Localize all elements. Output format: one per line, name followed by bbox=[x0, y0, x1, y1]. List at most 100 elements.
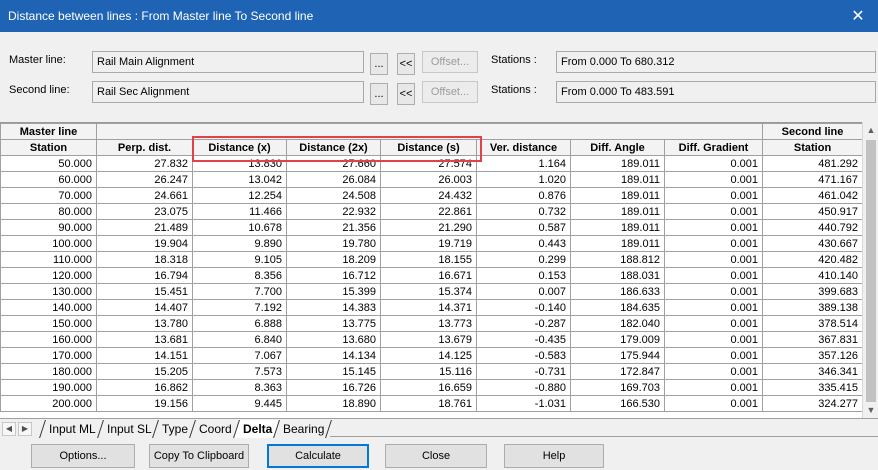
cell-distance-s[interactable]: 26.003 bbox=[380, 171, 477, 188]
cell-second-station[interactable]: 420.482 bbox=[762, 251, 862, 268]
cell-second-station[interactable]: 378.514 bbox=[762, 315, 862, 332]
cell-master-station[interactable]: 200.000 bbox=[0, 395, 97, 412]
cell-diff-gradient[interactable]: 0.001 bbox=[663, 203, 764, 220]
scroll-thumb[interactable] bbox=[866, 140, 876, 402]
cell-ver-distance[interactable]: 0.587 bbox=[476, 219, 571, 236]
cell-distance-x[interactable]: 9.445 bbox=[192, 395, 287, 412]
tab-bearing[interactable]: Bearing bbox=[273, 419, 333, 438]
cell-master-station[interactable]: 90.000 bbox=[0, 219, 97, 236]
cell-second-station[interactable]: 410.140 bbox=[762, 267, 862, 284]
table-row[interactable]: 180.000 15.205 7.573 15.145 15.116 -0.731 172.… bbox=[0, 363, 862, 380]
col-header-ver-distance[interactable]: Ver. distance bbox=[476, 139, 571, 156]
cell-diff-gradient[interactable]: 0.001 bbox=[663, 219, 764, 236]
cell-second-station[interactable]: 450.917 bbox=[762, 203, 862, 220]
cell-ver-distance[interactable]: 0.153 bbox=[476, 267, 571, 284]
cell-distance-x[interactable]: 6.888 bbox=[192, 315, 287, 332]
table-row[interactable]: 50.000 27.832 13.830 27.660 27.574 1.164 189.0… bbox=[0, 155, 862, 172]
cell-diff-angle[interactable]: 189.011 bbox=[570, 203, 665, 220]
cell-distance-2x[interactable]: 15.399 bbox=[286, 283, 381, 300]
cell-diff-angle[interactable]: 182.040 bbox=[570, 315, 665, 332]
cell-distance-2x[interactable]: 18.209 bbox=[286, 251, 381, 268]
cell-distance-x[interactable]: 11.466 bbox=[192, 203, 287, 220]
cell-distance-2x[interactable]: 26.084 bbox=[286, 171, 381, 188]
cell-distance-s[interactable]: 16.671 bbox=[380, 267, 477, 284]
table-row[interactable]: 110.000 18.318 9.105 18.209 18.155 0.299 188.8… bbox=[0, 251, 862, 268]
cell-distance-x[interactable]: 7.573 bbox=[192, 363, 287, 380]
cell-distance-x[interactable]: 7.067 bbox=[192, 347, 287, 364]
cell-ver-distance[interactable]: -1.031 bbox=[476, 395, 571, 412]
cell-distance-x[interactable]: 9.890 bbox=[192, 235, 287, 252]
table-row[interactable]: 130.000 15.451 7.700 15.399 15.374 0.007 186.6… bbox=[0, 283, 862, 300]
cell-diff-gradient[interactable]: 0.001 bbox=[663, 155, 764, 172]
cell-perp-dist[interactable]: 18.318 bbox=[96, 251, 193, 268]
cell-distance-2x[interactable]: 21.356 bbox=[286, 219, 381, 236]
cell-diff-angle[interactable]: 166.530 bbox=[570, 395, 665, 412]
table-row[interactable]: 100.000 19.904 9.890 19.780 19.719 0.443 189.0… bbox=[0, 235, 862, 252]
cell-second-station[interactable]: 346.341 bbox=[762, 363, 862, 380]
cell-distance-2x[interactable]: 18.890 bbox=[286, 395, 381, 412]
cell-second-station[interactable]: 461.042 bbox=[762, 187, 862, 204]
cell-perp-dist[interactable]: 23.075 bbox=[96, 203, 193, 220]
cell-master-station[interactable]: 150.000 bbox=[0, 315, 97, 332]
cell-master-station[interactable]: 50.000 bbox=[0, 155, 97, 172]
cell-diff-angle[interactable]: 189.011 bbox=[570, 219, 665, 236]
cell-diff-angle[interactable]: 175.944 bbox=[570, 347, 665, 364]
col-header-perp-dist[interactable]: Perp. dist. bbox=[96, 139, 193, 156]
results-grid[interactable]: Master line Second line Station Perp. di… bbox=[0, 122, 862, 418]
calculate-button[interactable]: Calculate bbox=[267, 444, 369, 468]
cell-ver-distance[interactable]: 1.020 bbox=[476, 171, 571, 188]
cell-diff-angle[interactable]: 172.847 bbox=[570, 363, 665, 380]
cell-diff-gradient[interactable]: 0.001 bbox=[663, 379, 764, 396]
table-row[interactable]: 190.000 16.862 8.363 16.726 16.659 -0.880 169.… bbox=[0, 379, 862, 396]
scroll-up-icon[interactable]: ▲ bbox=[863, 122, 878, 138]
table-row[interactable]: 140.000 14.407 7.192 14.383 14.371 -0.140 184.… bbox=[0, 299, 862, 316]
cell-diff-gradient[interactable]: 0.001 bbox=[663, 331, 764, 348]
cell-distance-2x[interactable]: 22.932 bbox=[286, 203, 381, 220]
cell-diff-angle[interactable]: 184.635 bbox=[570, 299, 665, 316]
cell-master-station[interactable]: 180.000 bbox=[0, 363, 97, 380]
cell-distance-x[interactable]: 8.356 bbox=[192, 267, 287, 284]
table-row[interactable]: 160.000 13.681 6.840 13.680 13.679 -0.435 179.… bbox=[0, 331, 862, 348]
cell-distance-s[interactable]: 24.432 bbox=[380, 187, 477, 204]
cell-distance-s[interactable]: 16.659 bbox=[380, 379, 477, 396]
cell-ver-distance[interactable]: 0.443 bbox=[476, 235, 571, 252]
cell-distance-s[interactable]: 14.371 bbox=[380, 299, 477, 316]
col-header-master-station[interactable]: Station bbox=[0, 139, 97, 156]
cell-perp-dist[interactable]: 13.780 bbox=[96, 315, 193, 332]
cell-distance-s[interactable]: 15.116 bbox=[380, 363, 477, 380]
cell-ver-distance[interactable]: -0.731 bbox=[476, 363, 571, 380]
cell-ver-distance[interactable]: 0.007 bbox=[476, 283, 571, 300]
second-offset-button[interactable]: Offset... bbox=[422, 81, 478, 103]
cell-distance-x[interactable]: 12.254 bbox=[192, 187, 287, 204]
cell-master-station[interactable]: 170.000 bbox=[0, 347, 97, 364]
col-header-diff-gradient[interactable]: Diff. Gradient bbox=[663, 139, 764, 156]
cell-distance-s[interactable]: 21.290 bbox=[380, 219, 477, 236]
col-header-distance-s[interactable]: Distance (s) bbox=[380, 139, 477, 156]
master-browse-button[interactable]: ... bbox=[370, 53, 388, 75]
cell-ver-distance[interactable]: 0.876 bbox=[476, 187, 571, 204]
cell-distance-2x[interactable]: 13.680 bbox=[286, 331, 381, 348]
cell-distance-s[interactable]: 13.679 bbox=[380, 331, 477, 348]
cell-distance-x[interactable]: 9.105 bbox=[192, 251, 287, 268]
cell-second-station[interactable]: 399.683 bbox=[762, 283, 862, 300]
cell-ver-distance[interactable]: 0.732 bbox=[476, 203, 571, 220]
cell-perp-dist[interactable]: 24.661 bbox=[96, 187, 193, 204]
cell-perp-dist[interactable]: 15.451 bbox=[96, 283, 193, 300]
cell-distance-2x[interactable]: 16.726 bbox=[286, 379, 381, 396]
options-button[interactable]: Options... bbox=[31, 444, 135, 468]
second-line-field[interactable]: Rail Sec Alignment bbox=[92, 81, 364, 103]
tab-coord[interactable]: Coord bbox=[189, 419, 240, 438]
table-row[interactable]: 70.000 24.661 12.254 24.508 24.432 0.876 189.0… bbox=[0, 187, 862, 204]
cell-diff-angle[interactable]: 188.031 bbox=[570, 267, 665, 284]
cell-distance-s[interactable]: 13.773 bbox=[380, 315, 477, 332]
cell-master-station[interactable]: 100.000 bbox=[0, 235, 97, 252]
cell-diff-angle[interactable]: 189.011 bbox=[570, 235, 665, 252]
cell-diff-gradient[interactable]: 0.001 bbox=[663, 315, 764, 332]
table-row[interactable]: 120.000 16.794 8.356 16.712 16.671 0.153 188.0… bbox=[0, 267, 862, 284]
cell-perp-dist[interactable]: 15.205 bbox=[96, 363, 193, 380]
cell-second-station[interactable]: 471.167 bbox=[762, 171, 862, 188]
cell-distance-s[interactable]: 15.374 bbox=[380, 283, 477, 300]
cell-second-station[interactable]: 324.277 bbox=[762, 395, 862, 412]
cell-perp-dist[interactable]: 14.151 bbox=[96, 347, 193, 364]
close-icon[interactable]: ✕ bbox=[838, 0, 878, 32]
